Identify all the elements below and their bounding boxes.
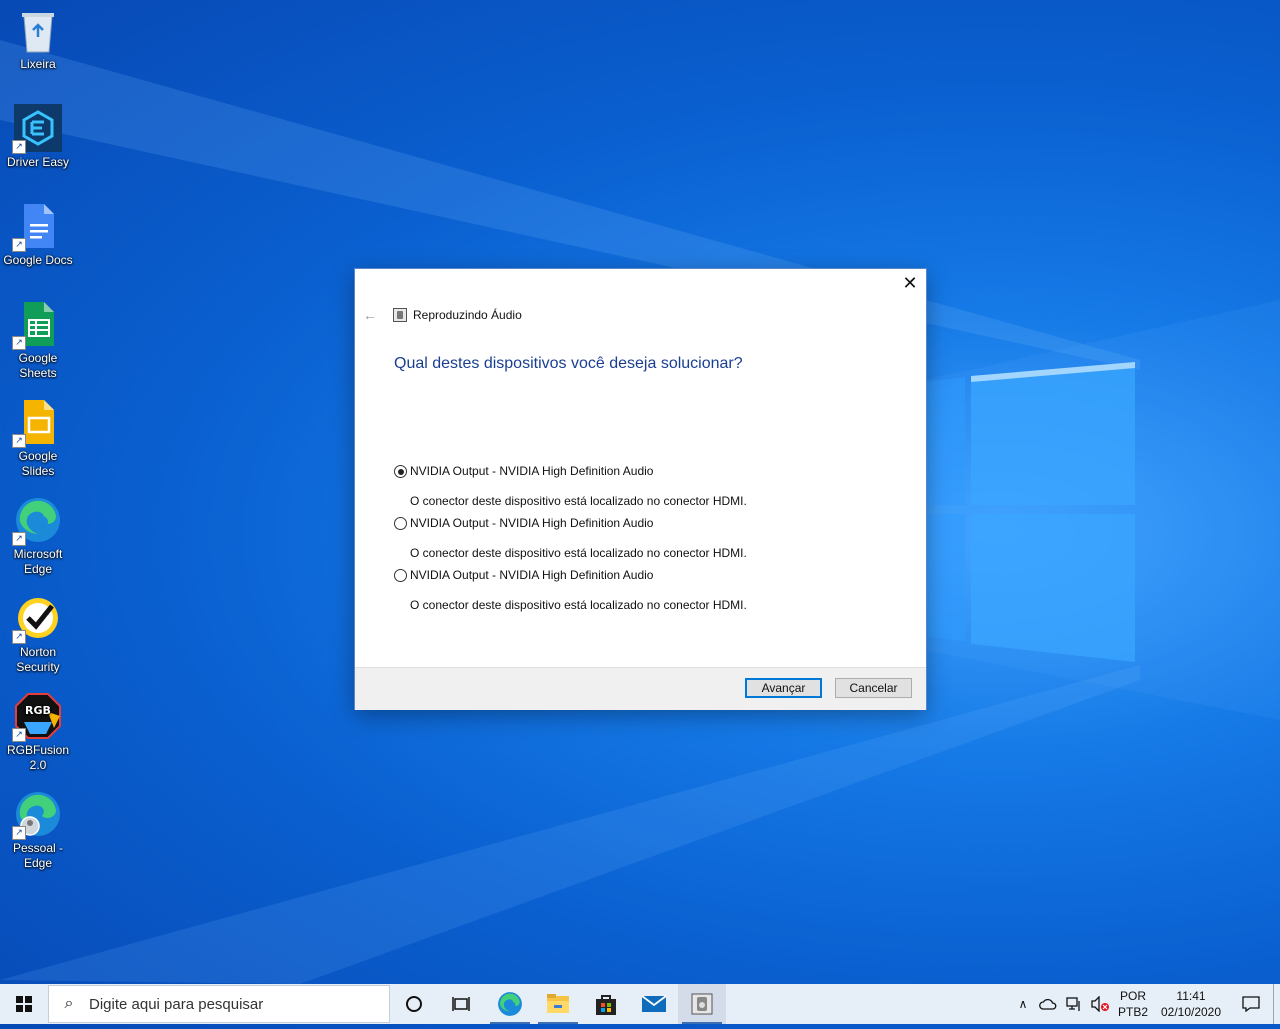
desktop-icon-label: Driver Easy <box>6 155 69 169</box>
store-bag-icon <box>596 995 616 1015</box>
cancel-button[interactable]: Cancelar <box>835 678 912 698</box>
taskbar-file-explorer[interactable] <box>534 984 582 1024</box>
edge-icon: ↗ <box>12 496 62 546</box>
network-tray[interactable] <box>1061 984 1087 1024</box>
close-icon: ✕ <box>902 273 918 293</box>
clock-time: 11:41 <box>1176 989 1206 1003</box>
edge-profile-icon: ↗ <box>12 790 62 840</box>
chevron-up-icon: ∧ <box>1018 997 1028 1011</box>
device-option-description: O conector deste dispositivo está locali… <box>410 546 747 560</box>
cortana-button[interactable] <box>390 984 438 1024</box>
cortana-circle-icon <box>406 996 422 1012</box>
taskbar-edge[interactable] <box>486 984 534 1024</box>
folder-icon <box>547 994 569 1013</box>
desktop-icon-label: Google Slides <box>18 449 58 478</box>
cloud-icon <box>1039 998 1057 1010</box>
desktop-icon-label: Microsoft Edge <box>13 547 63 576</box>
google-docs-icon: ↗ <box>12 202 62 252</box>
clock[interactable]: 11:41 02/10/2020 <box>1153 984 1229 1024</box>
device-option-label[interactable]: NVIDIA Output - NVIDIA High Definition A… <box>410 516 653 530</box>
norton-icon: ↗ <box>12 594 62 644</box>
radio-button-selected[interactable] <box>394 465 407 478</box>
taskbar-mail[interactable] <box>630 984 678 1024</box>
desktop-icon-microsoft-edge[interactable]: ↗ Microsoft Edge <box>2 490 74 577</box>
speaker-app-icon <box>393 308 407 322</box>
speaker-app-icon <box>691 993 713 1015</box>
shortcut-arrow-icon: ↗ <box>12 140 26 154</box>
shortcut-arrow-icon: ↗ <box>12 630 26 644</box>
google-sheets-icon: ↗ <box>12 300 62 350</box>
shortcut-arrow-icon: ↗ <box>12 728 26 742</box>
shortcut-arrow-icon: ↗ <box>12 532 26 546</box>
desktop-icon-google-docs[interactable]: ↗ Google Docs <box>2 196 74 268</box>
shortcut-arrow-icon: ↗ <box>12 238 26 252</box>
device-option-label[interactable]: NVIDIA Output - NVIDIA High Definition A… <box>410 568 653 582</box>
dialog-header: ← Reproduzindo Áudio <box>363 305 522 325</box>
taskbar-store[interactable] <box>582 984 630 1024</box>
next-button[interactable]: Avançar <box>745 678 822 698</box>
desktop-icon-pessoal-edge[interactable]: ↗ Pessoal - Edge <box>2 784 74 871</box>
desktop-icon-google-sheets[interactable]: ↗ Google Sheets <box>2 294 74 381</box>
device-option-label[interactable]: NVIDIA Output - NVIDIA High Definition A… <box>410 464 653 478</box>
shortcut-arrow-icon: ↗ <box>12 336 26 350</box>
rgbfusion-icon: RGB ↗ <box>12 692 62 742</box>
volume-tray[interactable] <box>1087 984 1113 1024</box>
taskbar-search-box[interactable]: ⌕ Digite aqui para pesquisar <box>48 985 390 1023</box>
tray-overflow-button[interactable]: ∧ <box>1011 984 1035 1024</box>
language-indicator[interactable]: POR PTB2 <box>1113 984 1153 1024</box>
speaker-muted-icon <box>1091 996 1109 1012</box>
system-tray: ∧ POR PTB2 11:41 02/10/2020 <box>1011 984 1280 1024</box>
close-button[interactable]: ✕ <box>900 273 920 293</box>
device-option-description: O conector deste dispositivo está locali… <box>410 598 747 612</box>
svg-text:RGB: RGB <box>25 704 51 717</box>
driver-easy-icon: ↗ <box>12 104 62 154</box>
desktop-icon-rgbfusion[interactable]: RGB ↗ RGBFusion 2.0 <box>2 686 74 773</box>
google-slides-icon: ↗ <box>12 398 62 448</box>
desktop-icon-label: Google Docs <box>3 253 73 267</box>
search-placeholder[interactable]: Digite aqui para pesquisar <box>89 996 263 1013</box>
task-view-button[interactable] <box>438 984 486 1024</box>
notification-icon <box>1242 996 1260 1012</box>
desktop-icon-label: Google Sheets <box>18 351 58 380</box>
taskbar-troubleshooter[interactable] <box>678 984 726 1024</box>
desktop-icon-label: Norton Security <box>16 645 60 674</box>
radio-button[interactable] <box>394 517 407 530</box>
action-center-button[interactable] <box>1229 984 1273 1024</box>
edge-icon <box>498 992 522 1016</box>
windows-logo-wallpaper <box>925 362 1135 662</box>
back-arrow-icon[interactable]: ← <box>363 307 379 323</box>
desktop-icon-label: Pessoal - Edge <box>12 841 64 870</box>
radio-button[interactable] <box>394 569 407 582</box>
shortcut-arrow-icon: ↗ <box>12 434 26 448</box>
desktop-icon-google-slides[interactable]: ↗ Google Slides <box>2 392 74 479</box>
network-icon <box>1066 997 1080 1011</box>
clock-date: 02/10/2020 <box>1160 1005 1222 1019</box>
dialog-title: Reproduzindo Áudio <box>413 308 522 322</box>
desktop-icon-label: RGBFusion 2.0 <box>6 743 70 772</box>
windows-start-icon <box>16 996 32 1012</box>
recycle-bin-icon <box>14 6 62 54</box>
task-view-icon <box>452 997 470 1011</box>
desktop-icon-driver-easy[interactable]: ↗ Driver Easy <box>2 98 74 170</box>
language-code: POR <box>1119 989 1146 1003</box>
shortcut-arrow-icon: ↗ <box>12 826 26 840</box>
dialog-footer: Avançar Cancelar <box>355 667 926 710</box>
keyboard-layout: PTB2 <box>1117 1005 1148 1019</box>
desktop-icon-label: Lixeira <box>20 57 56 71</box>
desktop-icon-recycle-bin[interactable]: Lixeira <box>2 0 74 72</box>
desktop-icon-norton-security[interactable]: ↗ Norton Security <box>2 588 74 675</box>
troubleshooter-dialog: ✕ ← Reproduzindo Áudio Qual destes dispo… <box>355 269 926 710</box>
search-icon: ⌕ <box>64 995 74 1012</box>
start-button[interactable] <box>0 984 48 1024</box>
device-option-description: O conector deste dispositivo está locali… <box>410 494 747 508</box>
mail-icon <box>641 995 667 1012</box>
onedrive-tray[interactable] <box>1035 984 1061 1024</box>
question-heading: Qual destes dispositivos você deseja sol… <box>394 355 743 372</box>
taskbar: ⌕ Digite aqui para pesquisar ∧ POR PTB2 … <box>0 984 1280 1024</box>
show-desktop-button[interactable] <box>1273 984 1280 1024</box>
